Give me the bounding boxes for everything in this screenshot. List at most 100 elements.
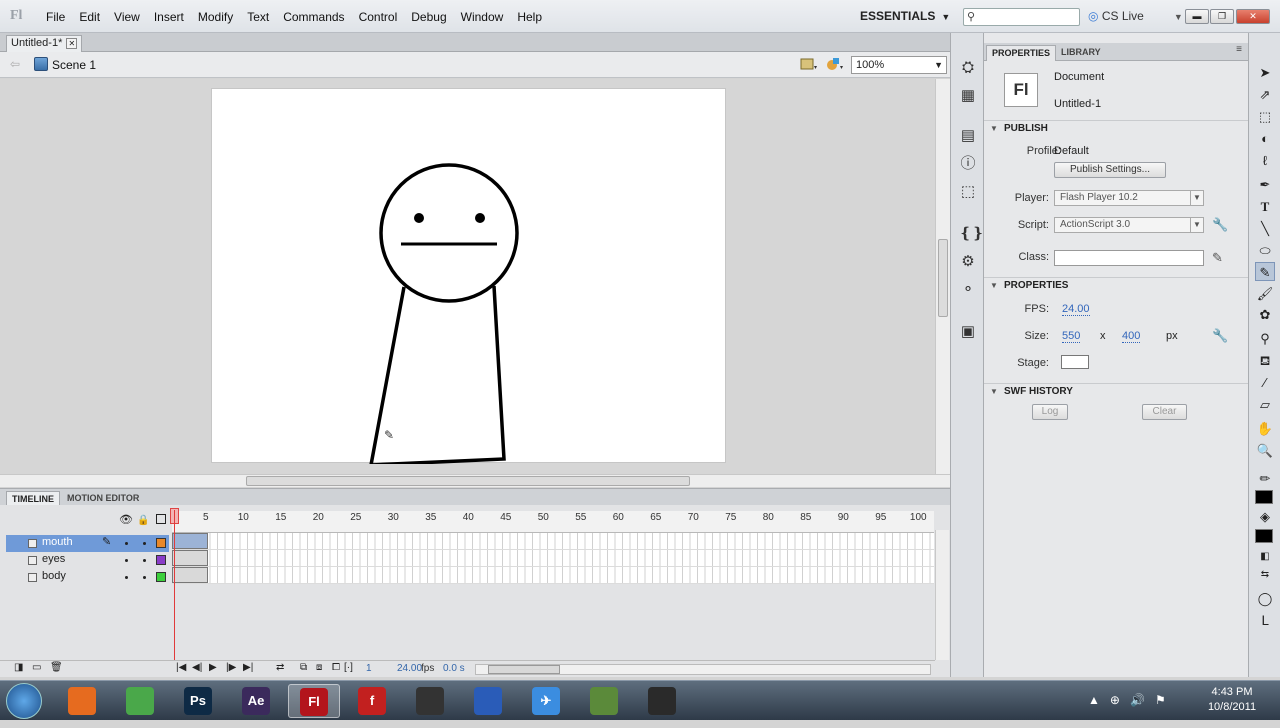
taskbar-app-camera[interactable]	[636, 684, 688, 718]
minimize-button[interactable]: ▬	[1185, 9, 1209, 24]
visibility-dot[interactable]	[125, 559, 128, 562]
layer-color-swatch[interactable]	[156, 555, 166, 565]
publish-settings-button[interactable]: Publish Settings...	[1054, 162, 1166, 178]
frame-span[interactable]	[172, 550, 208, 566]
menu-debug[interactable]: Debug	[405, 10, 452, 24]
volume-icon[interactable]: 🔊	[1130, 693, 1145, 707]
layer-color-swatch[interactable]	[156, 538, 166, 548]
wrench-icon[interactable]: 🔧	[1212, 217, 1228, 233]
taskbar-app-after-effects[interactable]: Ae	[230, 684, 282, 718]
menu-edit[interactable]: Edit	[73, 10, 106, 24]
menu-commands[interactable]: Commands	[277, 10, 350, 24]
eraser-tool-icon[interactable]: ▱	[1255, 395, 1275, 414]
layer-row-eyes[interactable]: eyes	[6, 552, 169, 569]
new-folder-icon[interactable]: ▭	[32, 662, 41, 673]
stage-color-swatch[interactable]	[1061, 355, 1089, 369]
selection-tool-icon[interactable]: ➤	[1255, 63, 1275, 82]
cs-live-menu[interactable]: ◎ CS Live ▼	[1088, 9, 1183, 23]
width-value[interactable]: 550	[1062, 330, 1081, 343]
brush-tool-icon[interactable]: 🖌	[1255, 284, 1275, 303]
taskbar-app-monitor[interactable]	[404, 684, 456, 718]
pasteboard[interactable]: ✎	[0, 79, 935, 474]
color-swatches-icon[interactable]: ▦	[959, 87, 977, 105]
layer-row-body[interactable]: body	[6, 569, 169, 586]
tab-motion-editor[interactable]: MOTION EDITOR	[62, 491, 144, 506]
tab-library[interactable]: LIBRARY	[1056, 45, 1106, 61]
class-input[interactable]	[1054, 250, 1204, 266]
free-transform-tool-icon[interactable]: ⬚	[1255, 107, 1275, 126]
onion-markers-icon[interactable]: [·]	[344, 662, 353, 673]
height-value[interactable]: 400	[1122, 330, 1141, 343]
menu-text[interactable]: Text	[241, 10, 275, 24]
menu-window[interactable]: Window	[455, 10, 510, 24]
loop-icon[interactable]: ⇄	[276, 662, 284, 673]
help-search-input[interactable]: ⚲	[963, 8, 1080, 26]
player-select[interactable]: Flash Player 10.2 ▼	[1054, 190, 1204, 206]
text-tool-icon[interactable]: T	[1255, 197, 1275, 216]
edit-symbols-icon[interactable]	[826, 56, 844, 72]
frame-grid[interactable]	[172, 533, 934, 584]
swap-colors-icon[interactable]: ⇆	[1255, 565, 1275, 584]
lock-dot[interactable]	[143, 559, 146, 562]
onion-skin-icon[interactable]: ⧉	[300, 662, 307, 673]
bone-tool-icon[interactable]: ⚲	[1255, 329, 1275, 348]
timeline-vertical-scrollbar[interactable]	[935, 530, 949, 660]
taskbar-app-airplane[interactable]: ✈	[520, 684, 572, 718]
components-icon[interactable]: ⚙	[959, 253, 977, 271]
subselection-tool-icon[interactable]: ⇗	[1255, 85, 1275, 104]
fps-value[interactable]: 24.00	[1062, 303, 1090, 316]
play-icon[interactable]: ▶	[209, 662, 217, 673]
stage-horizontal-scrollbar[interactable]	[0, 474, 950, 487]
frame-row-body[interactable]	[172, 567, 934, 584]
3d-rotation-tool-icon[interactable]: ◐	[1255, 129, 1275, 148]
taskbar-app-flash-player[interactable]: f	[346, 684, 398, 718]
lock-icon[interactable]: 🔒	[137, 513, 149, 528]
close-window-button[interactable]: ✕	[1236, 9, 1270, 24]
layer-color-swatch[interactable]	[156, 572, 166, 582]
taskbar-app-flash[interactable]: Fl	[288, 684, 340, 718]
windows-start-button[interactable]	[6, 683, 42, 719]
clear-button[interactable]: Clear	[1142, 404, 1187, 420]
taskbar-clock[interactable]: 4:43 PM 10/8/2011	[1196, 685, 1268, 715]
pencil-icon[interactable]: ✎	[1212, 250, 1223, 266]
frame-row-mouth[interactable]	[172, 533, 934, 550]
delete-icon[interactable]: 🗑	[50, 662, 63, 673]
show-hidden-icon[interactable]: ▲	[1088, 693, 1100, 707]
pencil-tool-icon[interactable]: ✎	[1255, 262, 1275, 281]
edit-multiple-icon[interactable]: ⧠	[332, 662, 340, 673]
scrollbar-thumb[interactable]	[938, 239, 948, 317]
restore-button[interactable]: ❐	[1210, 9, 1234, 24]
edit-scene-icon[interactable]	[800, 56, 818, 72]
close-icon[interactable]: ✕	[66, 38, 78, 49]
hand-tool-icon[interactable]: ✋	[1255, 419, 1275, 438]
timeline-horizontal-scrollbar[interactable]	[475, 664, 931, 675]
frame-row-eyes[interactable]	[172, 550, 934, 567]
stick-figure-drawing[interactable]: ✎	[212, 89, 727, 467]
frame-span[interactable]	[172, 567, 208, 583]
flag-icon[interactable]: ⚑	[1155, 693, 1166, 707]
frame-area[interactable]: 1510152025303540455055606570758085909510…	[172, 511, 934, 584]
swf-history-section-header[interactable]: ▼ SWF HISTORY	[984, 383, 1248, 400]
layer-row-mouth[interactable]: mouth ✎	[6, 535, 169, 552]
taskbar-app-globe[interactable]	[462, 684, 514, 718]
stroke-color-icon[interactable]: ✏	[1255, 469, 1275, 488]
wrench-icon[interactable]: 🔧	[1212, 328, 1228, 344]
eye-icon[interactable]: 👁	[119, 513, 133, 528]
frame-span[interactable]	[172, 533, 208, 549]
document-tab[interactable]: Untitled-1* ✕	[6, 35, 83, 52]
eyedropper-tool-icon[interactable]: ⁄	[1255, 373, 1275, 392]
properties-section-header[interactable]: ▼ PROPERTIES	[984, 277, 1248, 294]
workspace-switcher[interactable]: ESSENTIALS ▼	[860, 9, 950, 23]
zoom-select[interactable]: 100% ▼	[851, 56, 947, 74]
stage-canvas[interactable]: ✎	[211, 88, 727, 467]
fill-color-swatch[interactable]	[1255, 529, 1273, 543]
menu-insert[interactable]: Insert	[148, 10, 190, 24]
taskbar-app-chrome[interactable]	[114, 684, 166, 718]
panel-menu-icon[interactable]: ≡	[1236, 44, 1242, 55]
black-white-icon[interactable]: ◧	[1255, 547, 1275, 566]
log-button[interactable]: Log	[1032, 404, 1068, 420]
onion-outline-icon[interactable]: ⧈	[316, 662, 322, 673]
step-back-icon[interactable]: ◀|	[192, 662, 202, 673]
menu-file[interactable]: File	[40, 10, 71, 24]
outline-icon[interactable]	[156, 514, 166, 524]
